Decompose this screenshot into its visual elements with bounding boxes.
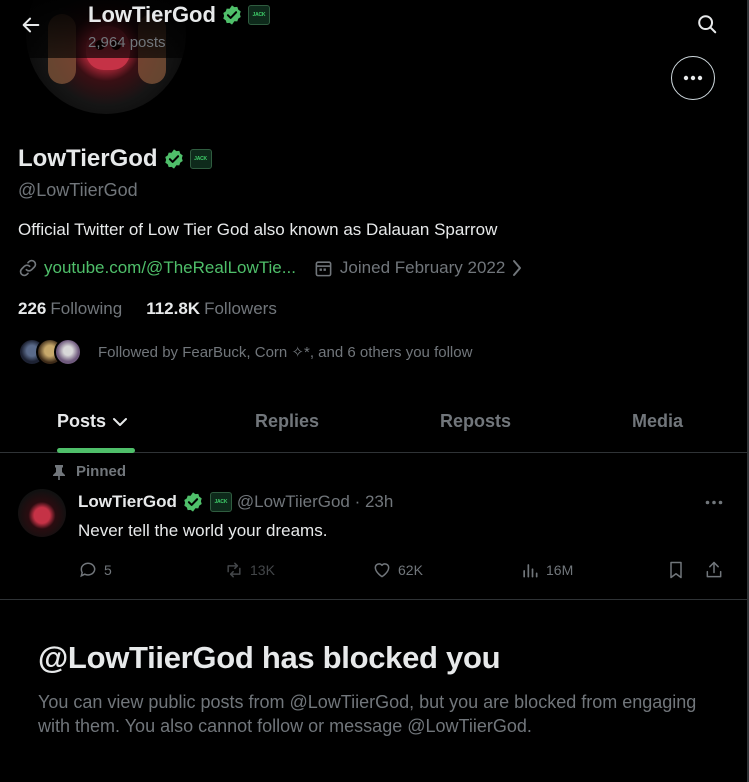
search-button[interactable] — [689, 6, 725, 42]
header-display-name: LowTierGod JACK — [88, 2, 270, 28]
joined-date: Joined February 2022 — [314, 258, 505, 278]
post-handle-time[interactable]: @LowTiierGod · 23h — [237, 492, 393, 512]
post-more-button[interactable] — [700, 490, 728, 514]
following-count: 226 — [18, 299, 47, 318]
followers-label: Followers — [204, 299, 277, 318]
joined-text: Joined February 2022 — [339, 258, 506, 277]
verified-badge-icon[interactable] — [163, 148, 185, 170]
followed-by-row[interactable]: Followed by FearBuck, Corn ✧*, and 6 oth… — [18, 338, 472, 366]
active-tab-indicator — [57, 448, 135, 453]
profile-header-bar: LowTierGod JACK 2,964 posts — [0, 0, 749, 58]
post-author-avatar[interactable] — [18, 489, 66, 537]
profile-display-name: LowTierGod JACK — [18, 145, 212, 173]
reply-button[interactable]: 5 — [78, 560, 112, 580]
back-button[interactable] — [12, 6, 50, 44]
calendar-icon — [315, 260, 332, 276]
blocked-message: You can view public posts from @LowTiier… — [38, 692, 697, 736]
chevron-right-icon[interactable] — [511, 259, 523, 277]
tab-label: Reposts — [440, 411, 512, 431]
verified-badge-icon — [223, 5, 241, 25]
following-link[interactable]: 226 Following — [18, 299, 122, 319]
tab-posts[interactable]: Posts — [57, 390, 128, 453]
followed-by-text: Followed by FearBuck, Corn ✧*, and 6 oth… — [98, 344, 473, 361]
profile-meta-row: youtube.com/@TheRealLowTie... Joined Feb… — [18, 258, 523, 278]
like-button[interactable]: 62K — [372, 560, 423, 580]
section-divider — [0, 599, 749, 600]
repost-icon — [227, 562, 241, 578]
heart-icon — [374, 563, 390, 578]
post-actions: 5 13K 62K 16M — [0, 560, 749, 586]
analytics-icon — [523, 564, 538, 578]
profile-tabs: Posts Replies Reposts Media — [0, 390, 749, 453]
tab-replies[interactable]: Replies — [255, 390, 319, 453]
link-icon — [19, 259, 37, 277]
more-horizontal-icon — [705, 500, 723, 504]
reply-icon — [80, 562, 96, 578]
pinned-label: Pinned — [52, 463, 126, 480]
profile-more-button[interactable] — [671, 56, 715, 100]
tab-label: Media — [632, 411, 684, 431]
tab-label: Posts — [57, 411, 107, 431]
tab-label: Replies — [255, 411, 320, 431]
post-text: Never tell the world your dreams. — [78, 521, 328, 540]
header-name-text: LowTierGod — [88, 2, 216, 27]
search-icon — [698, 15, 717, 34]
profile-website-link[interactable]: youtube.com/@TheRealLowTie... — [44, 258, 296, 278]
post-author-name[interactable]: LowTierGod — [78, 492, 177, 512]
bookmark-button[interactable] — [666, 560, 686, 580]
reply-count: 5 — [104, 562, 112, 578]
pinned-text: Pinned — [76, 463, 127, 480]
tab-media[interactable]: Media — [632, 390, 683, 453]
share-icon — [706, 561, 722, 578]
bookmark-icon — [670, 561, 682, 579]
follow-stats: 226 Following 112.8K Followers — [18, 299, 301, 319]
affiliate-badge-icon[interactable]: JACK — [189, 149, 212, 169]
display-name-text: LowTierGod — [18, 145, 158, 172]
blocked-title: @LowTiierGod has blocked you — [38, 640, 501, 675]
views-button[interactable]: 16M — [520, 560, 573, 580]
repost-count: 13K — [250, 562, 275, 578]
followers-count: 112.8K — [146, 299, 201, 318]
profile-handle: @LowTiierGod — [18, 180, 138, 200]
profile-bio: Official Twitter of Low Tier God also kn… — [18, 220, 498, 239]
pin-icon — [53, 464, 65, 480]
tab-reposts[interactable]: Reposts — [440, 390, 511, 453]
follower-avatar — [54, 338, 82, 366]
share-button[interactable] — [704, 560, 724, 580]
like-count: 62K — [398, 562, 423, 578]
affiliate-badge-icon[interactable]: JACK — [247, 5, 270, 25]
more-horizontal-icon — [683, 75, 703, 81]
post-header: LowTierGod JACK @LowTiierGod · 23h — [78, 491, 393, 513]
header-post-count: 2,964 posts — [88, 34, 166, 51]
affiliate-badge-icon[interactable]: JACK — [209, 492, 232, 512]
followers-link[interactable]: 112.8K Followers — [146, 299, 277, 319]
repost-button[interactable]: 13K — [224, 560, 275, 580]
following-label: Following — [50, 299, 123, 318]
arrow-left-icon — [22, 17, 40, 33]
views-count: 16M — [546, 562, 574, 578]
verified-badge-icon — [184, 492, 202, 512]
chevron-down-icon — [113, 417, 128, 426]
